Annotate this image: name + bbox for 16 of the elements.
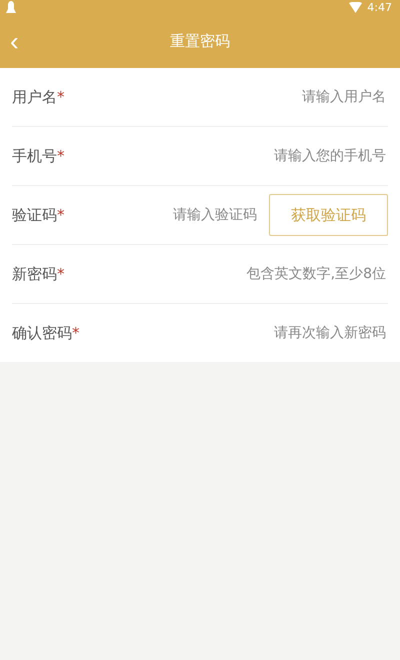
field-label: 确认密码* bbox=[12, 324, 80, 342]
field-label: 新密码* bbox=[12, 264, 64, 284]
input-field[interactable]: 请输入用户名 bbox=[64, 88, 388, 106]
status-time: 4:47 bbox=[367, 0, 392, 14]
notification-icon bbox=[6, 0, 16, 14]
input-field[interactable]: 请再次输入新密码 bbox=[80, 324, 388, 342]
input-field[interactable]: 请输入您的手机号 bbox=[64, 147, 388, 165]
input-field[interactable]: 包含英文数字,至少8位 bbox=[64, 265, 388, 283]
input-field[interactable]: 请输入验证码 bbox=[64, 206, 259, 224]
field-label: 验证码* bbox=[12, 206, 64, 224]
field-label: 用户名* bbox=[12, 88, 64, 106]
page-title: 重置密码 bbox=[170, 32, 230, 50]
field-label: 手机号* bbox=[12, 146, 64, 166]
back-button[interactable]: ‹ bbox=[6, 28, 23, 54]
wifi-icon bbox=[349, 2, 362, 12]
get-code-button[interactable]: 获取验证码 bbox=[269, 194, 388, 236]
